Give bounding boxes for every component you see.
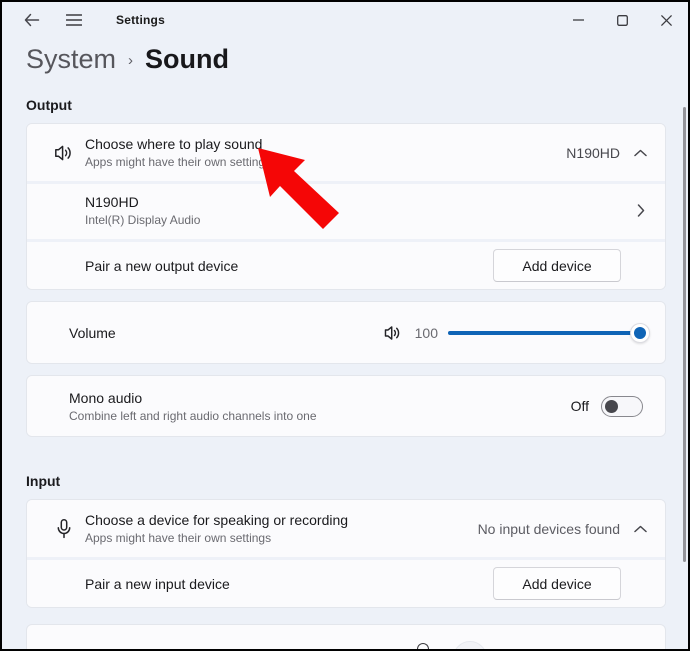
input-device-card: Choose a device for speaking or recordin… <box>26 499 666 608</box>
nav-menu-button[interactable] <box>58 5 90 35</box>
volume-slider-thumb[interactable] <box>630 323 650 343</box>
partial-next-card <box>26 624 666 651</box>
close-icon <box>661 15 672 26</box>
microphone-icon <box>43 516 85 542</box>
output-device-card: Choose where to play sound Apps might ha… <box>26 123 666 290</box>
choose-output-subtitle: Apps might have their own settings <box>85 155 271 169</box>
volume-speaker-icon[interactable] <box>381 322 405 344</box>
minimize-button[interactable] <box>556 3 600 37</box>
output-device-item[interactable]: N190HD Intel(R) Display Audio <box>27 181 665 239</box>
volume-slider-track[interactable] <box>448 331 641 335</box>
speaker-icon <box>43 141 85 165</box>
chevron-right-icon[interactable] <box>637 204 645 217</box>
output-section-header: Output <box>2 97 688 113</box>
volume-slider[interactable] <box>448 324 641 342</box>
input-section-header: Input <box>2 473 688 489</box>
hamburger-menu-icon <box>66 14 82 26</box>
title-bar: Settings <box>2 2 688 38</box>
add-output-device-button[interactable]: Add device <box>493 249 621 282</box>
pair-input-label: Pair a new input device <box>85 576 230 592</box>
add-input-device-button[interactable]: Add device <box>493 567 621 600</box>
chevron-up-icon[interactable] <box>634 525 647 533</box>
breadcrumb-system[interactable]: System <box>26 44 116 75</box>
choose-input-title: Choose a device for speaking or recordin… <box>85 512 348 528</box>
device-description: Intel(R) Display Audio <box>85 213 200 227</box>
choose-input-subtitle: Apps might have their own settings <box>85 531 348 545</box>
device-name: N190HD <box>85 194 200 210</box>
choose-input-row[interactable]: Choose a device for speaking or recordin… <box>27 500 665 557</box>
breadcrumb-separator-icon: › <box>128 52 133 69</box>
back-arrow-icon <box>24 13 40 27</box>
toggle-knob <box>605 400 618 413</box>
volume-card: Volume 100 <box>26 301 666 364</box>
minimize-icon <box>573 19 584 21</box>
volume-label: Volume <box>69 325 116 341</box>
choose-output-row[interactable]: Choose where to play sound Apps might ha… <box>27 124 665 181</box>
volume-row: Volume 100 <box>27 302 665 363</box>
selected-output-device: N190HD <box>566 145 620 161</box>
mono-audio-toggle[interactable] <box>601 396 643 417</box>
mono-audio-subtitle: Combine left and right audio channels in… <box>69 409 317 423</box>
partial-microphone-icon <box>417 643 429 651</box>
back-button[interactable] <box>16 5 48 35</box>
chevron-up-icon[interactable] <box>634 149 647 157</box>
mono-toggle-state: Off <box>571 398 589 414</box>
maximize-icon <box>617 15 628 26</box>
page-title: Sound <box>145 44 229 75</box>
vertical-scrollbar[interactable] <box>683 107 686 562</box>
app-title: Settings <box>116 13 165 27</box>
mono-audio-title: Mono audio <box>69 390 317 406</box>
pair-output-label: Pair a new output device <box>85 258 238 274</box>
volume-value: 100 <box>415 325 438 341</box>
close-button[interactable] <box>644 3 688 37</box>
input-devices-status: No input devices found <box>478 521 620 537</box>
maximize-button[interactable] <box>600 3 644 37</box>
breadcrumb: System › Sound <box>2 38 688 75</box>
choose-output-title: Choose where to play sound <box>85 136 271 152</box>
mono-audio-row: Mono audio Combine left and right audio … <box>27 376 665 436</box>
pair-input-row: Pair a new input device Add device <box>27 557 665 607</box>
settings-window: Settings System › Sound Output Choose wh… <box>0 0 690 651</box>
mono-audio-card: Mono audio Combine left and right audio … <box>26 375 666 437</box>
partial-control-glimpse <box>453 641 487 651</box>
pair-output-row: Pair a new output device Add device <box>27 239 665 289</box>
